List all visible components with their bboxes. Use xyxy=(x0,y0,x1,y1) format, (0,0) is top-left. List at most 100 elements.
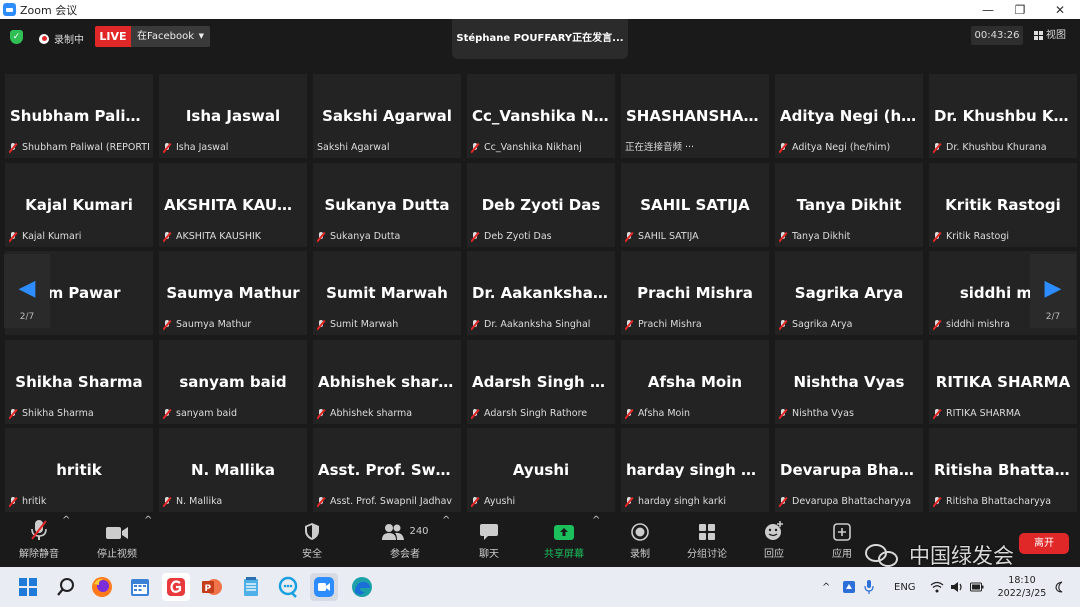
participant-tile[interactable]: Dr. Khushbu Kh... Dr. Khushbu Khurana xyxy=(929,74,1077,158)
input-language[interactable]: ENG xyxy=(894,567,916,607)
system-clock[interactable]: 18:10 2022/3/25 xyxy=(996,574,1048,600)
participants-options-chevron-icon[interactable]: ^ xyxy=(442,515,450,567)
stop-video-button[interactable]: 停止视频 xyxy=(88,515,146,567)
participant-tile[interactable]: Shubham Paliw... Shubham Paliwal (REPORTE… xyxy=(5,74,153,158)
participant-tile[interactable]: hritik hritik xyxy=(5,428,153,512)
chat-button[interactable]: 聊天 xyxy=(470,515,508,567)
svg-text:P: P xyxy=(205,584,212,594)
participant-tile[interactable]: Sumit Marwah Sumit Marwah xyxy=(313,251,461,335)
participants-button[interactable]: 240 参会者 xyxy=(380,515,430,567)
participant-tile[interactable]: Ritisha Bhattac... Ritisha Bhattacharyya xyxy=(929,428,1077,512)
participant-tile[interactable]: Adarsh Singh R... Adarsh Singh Rathore xyxy=(467,340,615,424)
participant-display-name: Afsha Moin xyxy=(647,373,743,391)
participant-tile[interactable]: AKSHITA KAUS... AKSHITA KAUSHIK xyxy=(159,163,307,247)
video-options-chevron-icon[interactable]: ^ xyxy=(144,515,152,567)
apps-button[interactable]: 应用 xyxy=(824,515,860,567)
view-button[interactable]: 视图 xyxy=(1034,26,1066,45)
participant-tile[interactable]: Aditya Negi (he... Aditya Negi (he/him) xyxy=(775,74,923,158)
record-button[interactable]: 录制 xyxy=(622,515,658,567)
muted-mic-icon xyxy=(779,143,787,153)
powerpoint-icon[interactable]: P xyxy=(198,573,226,601)
encryption-shield-icon[interactable]: ✓ xyxy=(10,30,23,44)
previous-page-button[interactable]: ◀ 2/7 xyxy=(4,254,50,328)
participant-name-label: Saumya Mathur xyxy=(163,318,303,332)
participant-tile[interactable]: Sukanya Dutta Sukanya Dutta xyxy=(313,163,461,247)
notepad-icon[interactable] xyxy=(237,573,265,601)
zoom-taskbar-icon[interactable] xyxy=(310,573,338,601)
microphone-icon[interactable] xyxy=(864,567,874,607)
participant-name-label: harday singh karki xyxy=(625,495,765,509)
participant-tile[interactable]: Kritik Rastogi Kritik Rastogi xyxy=(929,163,1077,247)
reactions-button[interactable]: 回应 xyxy=(756,515,792,567)
participant-display-name: Aditya Negi (he... xyxy=(780,107,918,125)
firefox-icon[interactable] xyxy=(88,573,116,601)
participant-tile[interactable]: Afsha Moin Afsha Moin xyxy=(621,340,769,424)
participant-name: N. Mallika xyxy=(176,496,223,507)
participant-tile[interactable]: Prachi Mishra Prachi Mishra xyxy=(621,251,769,335)
participant-display-name: N. Mallika xyxy=(190,461,276,479)
next-page-button[interactable]: ▶ 2/7 xyxy=(1030,254,1076,328)
participant-tile[interactable]: Asst. Prof. Swap... Asst. Prof. Swapnil J… xyxy=(313,428,461,512)
share-options-chevron-icon[interactable]: ^ xyxy=(592,515,600,567)
recording-indicator[interactable]: 录制中 xyxy=(39,31,84,46)
participant-tile[interactable]: harday singh ka... harday singh karki xyxy=(621,428,769,512)
muted-mic-icon xyxy=(933,143,941,153)
participant-tile[interactable]: Tanya Dikhit Tanya Dikhit xyxy=(775,163,923,247)
windows-start-icon[interactable] xyxy=(14,573,42,601)
participant-name: Ritisha Bhattacharyya xyxy=(946,496,1052,507)
close-button[interactable]: ✕ xyxy=(1040,0,1080,19)
muted-mic-icon xyxy=(163,143,171,153)
participant-name: Deb Zyoti Das xyxy=(484,231,552,242)
search-icon[interactable] xyxy=(52,573,80,601)
leave-button[interactable]: 离开 xyxy=(1019,533,1069,554)
wifi-icon[interactable] xyxy=(930,567,944,607)
participant-tile[interactable]: Ayushi Ayushi xyxy=(467,428,615,512)
participant-display-name: Isha Jaswal xyxy=(185,107,281,125)
participant-name: Sumit Marwah xyxy=(330,319,399,330)
participant-tile[interactable]: N. Mallika N. Mallika xyxy=(159,428,307,512)
calendar-app-icon[interactable] xyxy=(126,573,154,601)
participant-tile[interactable]: Nishtha Vyas Nishtha Vyas xyxy=(775,340,923,424)
notification-moon-icon[interactable] xyxy=(1054,567,1066,607)
participant-tile[interactable]: Abhishek sharma Abhishek sharma xyxy=(313,340,461,424)
share-screen-button[interactable]: 共享屏幕 xyxy=(540,515,588,567)
stream-target-dropdown[interactable]: 在Facebook ▼ xyxy=(131,26,210,47)
edge-icon[interactable] xyxy=(348,573,376,601)
battery-icon[interactable] xyxy=(970,567,984,607)
page-indicator-left: 2/7 xyxy=(19,312,35,322)
clock-time: 18:10 xyxy=(1008,575,1036,586)
chat-app-icon[interactable] xyxy=(274,573,302,601)
participant-tile[interactable]: Devarupa Bhatt... Devarupa Bhattacharyya xyxy=(775,428,923,512)
participant-display-name: sanyam baid xyxy=(179,373,287,391)
browser-g-icon[interactable] xyxy=(162,573,190,601)
participant-tile[interactable]: Kajal Kumari Kajal Kumari xyxy=(5,163,153,247)
tray-app-icon[interactable] xyxy=(842,567,856,607)
participant-name-label: Nishtha Vyas xyxy=(779,407,919,421)
volume-icon[interactable] xyxy=(950,567,964,607)
participant-tile[interactable]: Isha Jaswal Isha Jaswal xyxy=(159,74,307,158)
participant-tile[interactable]: Sagrika Arya Sagrika Arya xyxy=(775,251,923,335)
participant-tile[interactable]: Cc_Vanshika Ni... Cc_Vanshika Nikhanj xyxy=(467,74,615,158)
participant-tile[interactable]: RITIKA SHARMA RITIKA SHARMA xyxy=(929,340,1077,424)
participant-tile[interactable]: SAHIL SATIJA SAHIL SATIJA xyxy=(621,163,769,247)
participant-tile[interactable]: Deb Zyoti Das Deb Zyoti Das xyxy=(467,163,615,247)
maximize-button[interactable]: ❐ xyxy=(1000,0,1040,19)
participant-tile[interactable]: Saumya Mathur Saumya Mathur xyxy=(159,251,307,335)
participant-tile[interactable]: Sakshi Agarwal Sakshi Agarwal xyxy=(313,74,461,158)
participant-name-label: Aditya Negi (he/him) xyxy=(779,141,919,155)
unmute-button[interactable]: 解除静音 xyxy=(12,515,66,567)
tray-overflow-icon[interactable]: ^ xyxy=(822,567,830,607)
muted-mic-icon xyxy=(625,409,633,419)
participant-tile[interactable]: sanyam baid sanyam baid xyxy=(159,340,307,424)
security-button[interactable]: 安全 xyxy=(292,515,332,567)
participant-tile[interactable]: Dr. Aakanksha S... Dr. Aakanksha Singhal xyxy=(467,251,615,335)
audio-options-chevron-icon[interactable]: ^ xyxy=(62,515,70,567)
participant-display-name: Adarsh Singh R... xyxy=(472,373,610,391)
participant-tile[interactable]: SHASHANSHAS... 正在连接音频 ··· xyxy=(621,74,769,158)
chat-label: 聊天 xyxy=(479,549,499,560)
muted-mic-icon xyxy=(471,232,479,242)
participant-tile[interactable]: Shikha Sharma Shikha Sharma xyxy=(5,340,153,424)
participants-count: 240 xyxy=(409,526,429,537)
muted-mic-icon xyxy=(779,232,787,242)
breakout-rooms-button[interactable]: 分组讨论 xyxy=(684,515,730,567)
